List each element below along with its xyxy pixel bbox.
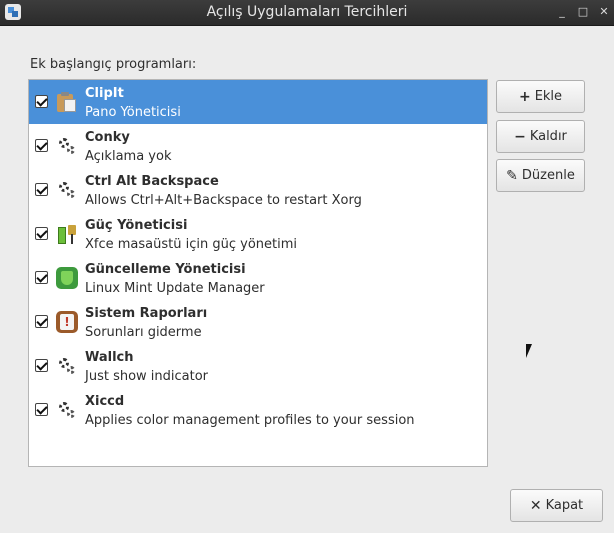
enable-checkbox[interactable] [35, 227, 48, 240]
program-name: Ctrl Alt Backspace [85, 174, 219, 189]
program-description: Applies color management profiles to you… [85, 413, 415, 428]
remove-button-label: Kaldır [529, 129, 567, 144]
list-item-update-manager[interactable]: Güncelleme Yöneticisi Linux Mint Update … [29, 256, 487, 300]
list-item-system-reports[interactable]: Sistem Raporları Sorunları giderme [29, 300, 487, 344]
close-button-label: Kapat [545, 498, 584, 513]
add-button[interactable]: + Ekle [496, 80, 585, 113]
program-name: Sistem Raporları [85, 306, 208, 321]
program-description: Pano Yöneticisi [85, 105, 181, 120]
program-name: ClipIt [85, 86, 124, 101]
maximize-button[interactable]: □ [575, 4, 591, 20]
program-description: Linux Mint Update Manager [85, 281, 265, 296]
list-item-clipit[interactable]: ClipIt Pano Yöneticisi [29, 80, 487, 124]
edit-button[interactable]: ✎ Düzenle [496, 159, 585, 192]
gear-icon [56, 135, 78, 157]
pencil-icon: ✎ [506, 167, 518, 184]
shield-icon [56, 267, 78, 289]
enable-checkbox[interactable] [35, 315, 48, 328]
gear-icon [56, 355, 78, 377]
section-label: Ek başlangıç programları: [30, 57, 197, 72]
list-item-wallch[interactable]: Wallch Just show indicator [29, 344, 487, 388]
gear-icon [56, 179, 78, 201]
program-description: Açıklama yok [85, 149, 172, 164]
report-icon [56, 311, 78, 333]
power-manager-icon [56, 223, 78, 245]
window-title: Açılış Uygulamaları Tercihleri [206, 4, 408, 20]
enable-checkbox[interactable] [35, 183, 48, 196]
list-item-conky[interactable]: Conky Açıklama yok [29, 124, 487, 168]
list-item-ctrl-alt-backspace[interactable]: Ctrl Alt Backspace Allows Ctrl+Alt+Backs… [29, 168, 487, 212]
program-description: Allows Ctrl+Alt+Backspace to restart Xor… [85, 193, 362, 208]
program-name: Conky [85, 130, 130, 145]
close-button[interactable]: ✕ Kapat [510, 489, 603, 522]
startup-program-list[interactable]: ClipIt Pano Yöneticisi Conky Açıklama yo… [28, 79, 488, 467]
enable-checkbox[interactable] [35, 359, 48, 372]
enable-checkbox[interactable] [35, 271, 48, 284]
program-name: Güç Yöneticisi [85, 218, 188, 233]
program-description: Just show indicator [85, 369, 209, 384]
enable-checkbox[interactable] [35, 139, 48, 152]
add-button-label: Ekle [534, 89, 563, 104]
plus-icon: + [518, 88, 531, 105]
program-name: Wallch [85, 350, 134, 365]
list-item-xiccd[interactable]: Xiccd Applies color management profiles … [29, 388, 487, 432]
program-name: Xiccd [85, 394, 125, 409]
minus-icon: − [514, 128, 526, 145]
edit-button-label: Düzenle [521, 168, 575, 183]
enable-checkbox[interactable] [35, 403, 48, 416]
close-icon: ✕ [529, 497, 542, 514]
program-description: Sorunları giderme [85, 325, 202, 340]
close-window-button[interactable]: ✕ [596, 4, 612, 20]
list-item-power-manager[interactable]: Güç Yöneticisi Xfce masaüstü için güç yö… [29, 212, 487, 256]
gear-icon [56, 399, 78, 421]
remove-button[interactable]: − Kaldır [496, 120, 585, 153]
program-description: Xfce masaüstü için güç yönetimi [85, 237, 297, 252]
minimize-button[interactable]: _ [554, 4, 570, 20]
program-name: Güncelleme Yöneticisi [85, 262, 246, 277]
title-bar[interactable]: Açılış Uygulamaları Tercihleri _ □ ✕ [0, 0, 614, 26]
enable-checkbox[interactable] [35, 95, 48, 108]
clipboard-icon [56, 91, 78, 113]
